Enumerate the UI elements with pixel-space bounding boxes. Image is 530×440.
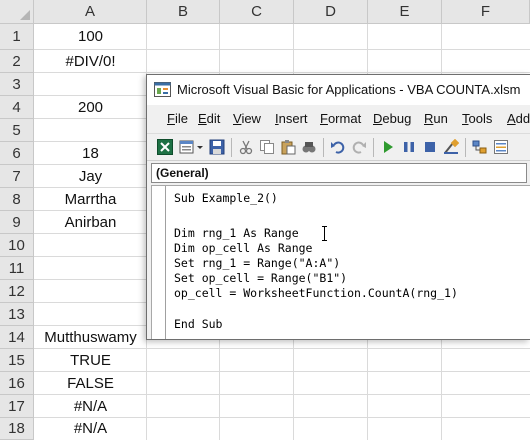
cell-a15[interactable]: TRUE <box>34 349 147 372</box>
project-explorer-icon[interactable] <box>472 139 488 155</box>
paste-icon[interactable] <box>280 139 296 155</box>
menu-tools[interactable]: Tools <box>462 111 492 126</box>
menu-format-label: ormat <box>327 111 362 126</box>
row-header[interactable]: 9 <box>0 211 34 234</box>
insert-module-icon[interactable] <box>179 139 195 155</box>
row-header[interactable]: 11 <box>0 257 34 280</box>
row-header[interactable]: 5 <box>0 119 34 142</box>
menu-debug-accel: D <box>373 111 383 126</box>
row-header[interactable]: 17 <box>0 395 34 418</box>
break-icon[interactable] <box>401 139 417 155</box>
view-excel-icon[interactable] <box>157 139 173 155</box>
menu-debug-label: ebug <box>382 111 412 126</box>
code-margin-indicator-bar[interactable] <box>152 186 166 339</box>
toolbar-separator <box>465 138 466 157</box>
save-icon[interactable] <box>209 139 225 155</box>
code-line[interactable]: Dim rng_1 As Range <box>174 226 299 240</box>
menu-debug[interactable]: Debug <box>373 111 411 126</box>
menu-edit-accel: E <box>198 111 207 126</box>
row-header[interactable]: 18 <box>0 418 34 440</box>
menu-file[interactable]: File <box>167 111 188 126</box>
vba-app-icon <box>154 82 171 97</box>
menu-insert[interactable]: Insert <box>275 111 308 126</box>
row-header[interactable]: 8 <box>0 188 34 211</box>
row-header[interactable]: 3 <box>0 73 34 96</box>
reset-icon[interactable] <box>422 139 438 155</box>
cell-a6[interactable]: 18 <box>34 142 147 165</box>
chevron-down-icon[interactable] <box>196 139 204 155</box>
undo-icon[interactable] <box>330 139 346 155</box>
menu-tools-label: ools <box>468 111 493 126</box>
cell-a1[interactable]: 100 <box>34 24 147 50</box>
column-header-a[interactable]: A <box>34 0 147 24</box>
select-all-corner[interactable] <box>0 0 34 24</box>
cell-a18[interactable]: #N/A <box>34 418 147 440</box>
menu-file-accel: F <box>167 111 175 126</box>
cell-a4[interactable]: 200 <box>34 96 147 119</box>
cell-a16[interactable]: FALSE <box>34 372 147 395</box>
menu-add-ins-accel: A <box>507 111 516 126</box>
cell-a17[interactable]: #N/A <box>34 395 147 418</box>
code-window[interactable]: Sub Example_2() Dim rng_1 As Range Dim o… <box>151 185 530 339</box>
row-header[interactable]: 16 <box>0 372 34 395</box>
code-line[interactable]: Set rng_1 = Range("A:A") <box>174 256 340 270</box>
code-line[interactable]: op_cell = WorksheetFunction.CountA(rng_1… <box>174 286 458 300</box>
row-header[interactable]: 4 <box>0 96 34 119</box>
menu-edit[interactable]: Edit <box>198 111 220 126</box>
column-header-b[interactable]: B <box>147 0 220 24</box>
row-header[interactable]: 12 <box>0 280 34 303</box>
cell-a9[interactable]: Anirban <box>34 211 147 234</box>
menu-add-ins[interactable]: Add <box>507 111 530 126</box>
menu-file-label: ile <box>174 111 188 126</box>
column-header-c[interactable]: C <box>220 0 294 24</box>
code-line[interactable]: End Sub <box>174 317 222 331</box>
menu-format-accel: F <box>320 111 328 126</box>
design-mode-icon[interactable] <box>443 139 459 155</box>
cell-a8[interactable]: Marrtha <box>34 188 147 211</box>
row-header[interactable]: 1 <box>0 24 34 50</box>
column-header-d[interactable]: D <box>294 0 368 24</box>
vba-editor-window: Microsoft Visual Basic for Applications … <box>146 74 530 340</box>
column-header-e[interactable]: E <box>368 0 442 24</box>
copy-icon[interactable] <box>259 139 275 155</box>
redo-icon[interactable] <box>351 139 367 155</box>
standard-toolbar <box>147 133 530 161</box>
title-bar[interactable]: Microsoft Visual Basic for Applications … <box>147 75 530 105</box>
run-icon[interactable] <box>380 139 396 155</box>
code-line[interactable]: Set op_cell = Range("B1") <box>174 271 347 285</box>
cut-icon[interactable] <box>238 139 254 155</box>
row-header[interactable]: 2 <box>0 50 34 73</box>
text-cursor-icon <box>322 226 327 241</box>
menu-format[interactable]: Format <box>320 111 361 126</box>
menu-bar: File Edit View Insert Format Debug Run T… <box>147 105 530 133</box>
menu-run[interactable]: Run <box>424 111 448 126</box>
column-header-f[interactable]: F <box>442 0 530 24</box>
window-title: Microsoft Visual Basic for Applications … <box>177 82 521 97</box>
find-icon[interactable] <box>301 139 317 155</box>
cell-a14[interactable]: Mutthuswamy <box>34 326 147 349</box>
menu-view-label: iew <box>241 111 261 126</box>
row-header[interactable]: 13 <box>0 303 34 326</box>
code-line[interactable]: Dim op_cell As Range <box>174 241 312 255</box>
code-line[interactable]: Sub Example_2() <box>174 191 278 205</box>
menu-add-ins-label: dd <box>515 111 530 126</box>
cell-a2[interactable]: #DIV/0! <box>34 50 147 73</box>
toolbar-separator <box>373 138 374 157</box>
properties-window-icon[interactable] <box>493 139 509 155</box>
menu-edit-label: dit <box>206 111 221 126</box>
menu-run-label: un <box>433 111 448 126</box>
menu-view[interactable]: View <box>233 111 261 126</box>
row-header[interactable]: 6 <box>0 142 34 165</box>
object-combo-box[interactable]: (General) <box>151 163 527 183</box>
row-header[interactable]: 10 <box>0 234 34 257</box>
toolbar-separator <box>323 138 324 157</box>
toolbar-separator <box>231 138 232 157</box>
row-header[interactable]: 15 <box>0 349 34 372</box>
cell-a7[interactable]: Jay <box>34 165 147 188</box>
menu-insert-label: nsert <box>278 111 308 126</box>
row-header[interactable]: 7 <box>0 165 34 188</box>
menu-run-accel: R <box>424 111 434 126</box>
select-all-triangle-icon <box>20 10 30 20</box>
row-header[interactable]: 14 <box>0 326 34 349</box>
